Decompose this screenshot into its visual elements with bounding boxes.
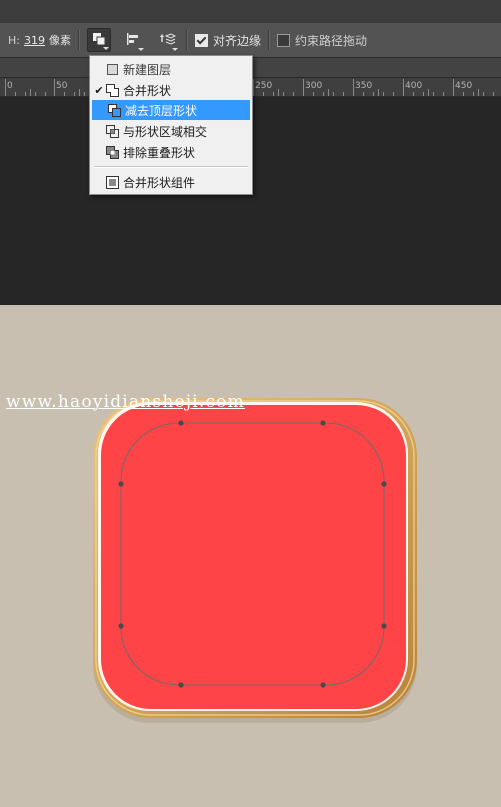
path-alignment-icon [126,32,140,49]
menu-item-label: 合并形状 [123,83,172,98]
checkmark-icon: ✔ [94,83,104,97]
ruler-tick [5,79,6,96]
menu-item-combine-shapes[interactable]: ✔ 合并形状 [90,80,252,100]
path-operations-menu: 新建图层 ✔ 合并形状 减去顶层形状 与形状区域相交 排除重叠形状 合并形状组件 [89,55,253,195]
ruler-label: 250 [255,81,273,91]
align-edges-checkbox[interactable]: 对齐边缘 [194,32,261,49]
menu-item-merge-components[interactable]: 合并形状组件 [90,172,252,192]
exclude-overlapping-shapes-icon [106,145,119,159]
align-edges-label: 对齐边缘 [212,33,261,48]
checkbox-unchecked-icon[interactable] [277,33,290,47]
ruler-tick [253,79,254,96]
menu-item-new-layer[interactable]: 新建图层 [90,59,252,79]
constrain-path-label: 约束路径拖动 [295,33,368,48]
red-shape[interactable] [101,405,406,709]
ruler-tick [453,79,454,96]
menu-item-exclude-overlapping[interactable]: 排除重叠形状 [90,142,252,162]
menu-item-label: 减去顶层形状 [125,103,198,118]
menu-item-label: 排除重叠形状 [123,145,196,160]
app-menu-strip [0,0,501,24]
ruler-tick [353,79,354,96]
path-alignment-button[interactable] [121,28,145,52]
menu-item-label: 新建图层 [123,62,172,77]
subtract-front-shape-icon [108,103,121,117]
menu-item-label: 与形状区域相交 [123,124,208,139]
path-arrangement-icon [158,31,177,50]
ruler-tick [303,79,304,96]
ruler-tick [54,79,55,96]
menu-item-label: 合并形状组件 [123,175,196,190]
constrain-path-checkbox[interactable]: 约束路径拖动 [277,32,367,49]
menu-separator [94,166,248,168]
combine-shapes-icon [106,83,119,97]
ruler-tick [403,79,404,96]
ruler-label: 450 [455,81,473,91]
path-arrangement-button[interactable] [155,28,179,52]
checkbox-checked-icon[interactable] [194,33,208,47]
toolbar-divider [185,30,188,50]
toolbar-divider [268,30,270,50]
ruler-label: 400 [405,81,423,91]
new-layer-icon [106,63,119,76]
ruler-label: 350 [355,81,373,91]
merge-shape-components-icon [106,175,119,189]
options-bar: H: 319 像素 对齐边缘 约束路径拖动 [0,23,501,58]
document-canvas[interactable]: www.haoyidiansheji.com [0,305,501,807]
app-icon-artwork [93,398,417,723]
toolbar-divider [77,30,80,50]
height-label: H: [8,33,20,47]
menu-item-intersect-shape-areas[interactable]: 与形状区域相交 [90,121,252,141]
ruler-label: 300 [305,81,323,91]
menu-item-subtract-front-shape[interactable]: 减去顶层形状 [92,100,250,120]
path-operations-icon [92,32,106,49]
height-unit: 像素 [48,34,71,47]
height-input[interactable]: 319 [24,34,45,47]
ruler-label: 0 [7,81,13,91]
watermark-text: www.haoyidiansheji.com [6,392,245,412]
intersect-shape-areas-icon [106,124,119,138]
height-field-group: H: 319 像素 [8,32,71,48]
ruler-label: 50 [56,81,68,91]
path-operations-button[interactable] [86,28,111,52]
